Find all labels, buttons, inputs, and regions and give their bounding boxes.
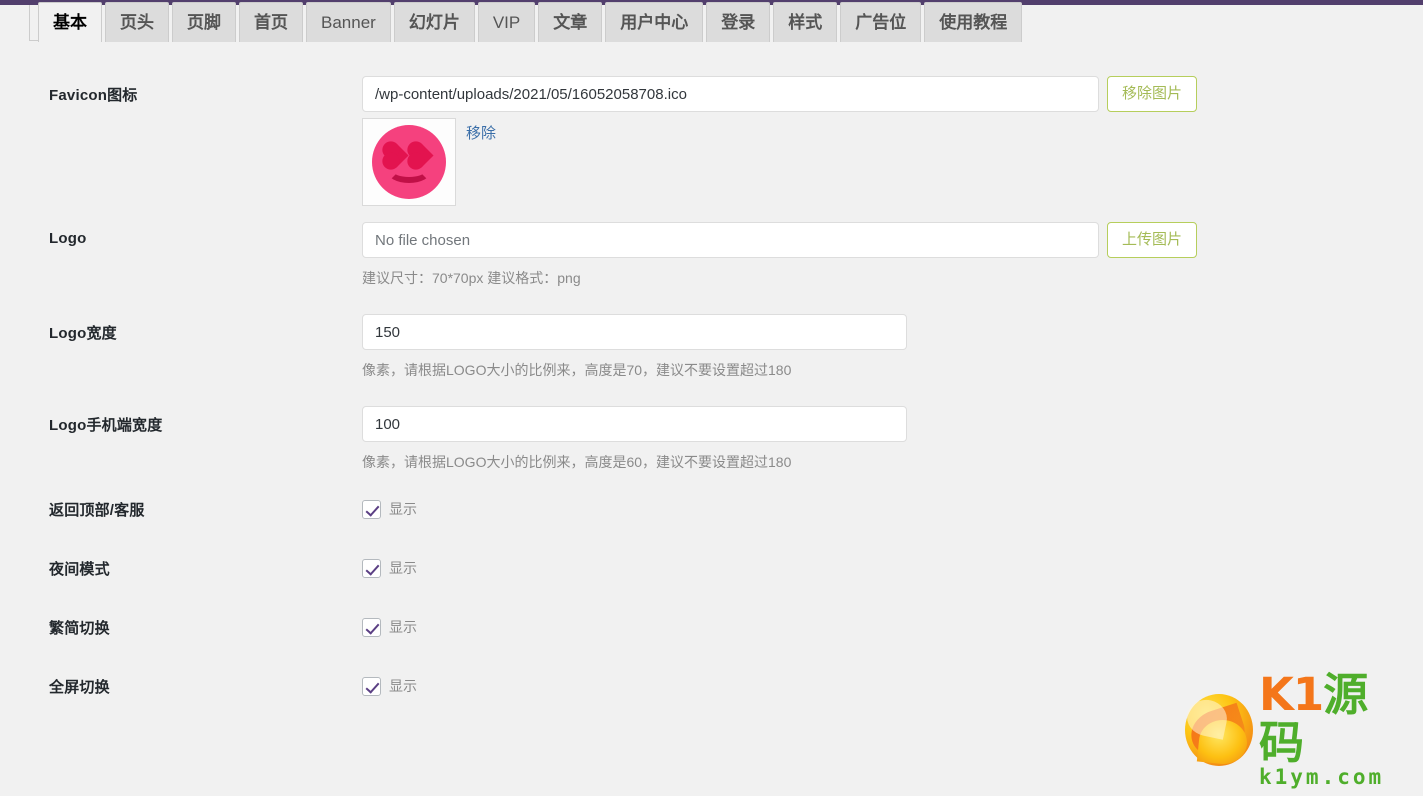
logo-mobile-width-hint: 像素，请根据LOGO大小的比例来，高度是60，建议不要设置超过180 bbox=[362, 454, 792, 470]
logo-upload-image-button[interactable]: 上传图片 bbox=[1107, 222, 1198, 258]
toggle-field-1: 显示 bbox=[362, 499, 1423, 519]
tab-13[interactable]: 使用教程 bbox=[924, 2, 1023, 42]
favicon-input[interactable] bbox=[362, 76, 1099, 112]
favicon-field-group: 移除图片 移除 bbox=[362, 76, 1423, 206]
logo-width-field-group: 像素，请根据LOGO大小的比例来，高度是70，建议不要设置超过180 bbox=[362, 314, 1423, 380]
logo-hint: 建议尺寸：70*70px 建议格式：png bbox=[362, 270, 581, 286]
tab-4[interactable]: 首页 bbox=[239, 2, 303, 42]
logo-input[interactable] bbox=[362, 222, 1099, 258]
logo-width-label: Logo宽度 bbox=[49, 325, 117, 342]
toggle-checkbox-1[interactable] bbox=[362, 499, 381, 519]
form-row-favicon: Favicon图标 移除图片 移除 bbox=[0, 76, 1423, 206]
form-row-logo: Logo 上传图片 建议尺寸：70*70px 建议格式：png bbox=[0, 222, 1423, 288]
favicon-label: Favicon图标 bbox=[49, 87, 138, 104]
favicon-preview-wrap: 移除 bbox=[362, 118, 1423, 206]
form-row-logo-mobile-width: Logo手机端宽度 像素，请根据LOGO大小的比例来，高度是60，建议不要设置超… bbox=[0, 406, 1423, 472]
logo-label: Logo bbox=[49, 230, 87, 247]
settings-form: Favicon图标 移除图片 移除 Logo bbox=[0, 41, 1423, 730]
toggle-checkbox-3[interactable] bbox=[362, 617, 381, 637]
watermark-domain: k1ym.com bbox=[1259, 765, 1385, 789]
toggle-field-4: 显示 bbox=[362, 676, 1423, 696]
toggle-checkbox-2[interactable] bbox=[362, 558, 381, 578]
favicon-remove-image-button[interactable]: 移除图片 bbox=[1107, 76, 1198, 112]
favicon-preview-box bbox=[362, 118, 456, 206]
toggle-checkbox-label-4[interactable]: 显示 bbox=[389, 676, 417, 696]
toggle-checkbox-label-3[interactable]: 显示 bbox=[389, 617, 417, 637]
tab-10[interactable]: 登录 bbox=[706, 2, 771, 42]
tab-8[interactable]: 文章 bbox=[538, 2, 603, 42]
logo-mobile-width-label: Logo手机端宽度 bbox=[49, 417, 163, 434]
tab-2[interactable]: 页头 bbox=[105, 2, 169, 42]
logo-width-hint: 像素，请根据LOGO大小的比例来，高度是70，建议不要设置超过180 bbox=[362, 362, 792, 378]
form-row-toggle-2: 夜间模式 显示 bbox=[0, 553, 1423, 579]
tab-1[interactable]: 基本 bbox=[38, 2, 102, 42]
tab-9[interactable]: 用户中心 bbox=[605, 2, 704, 42]
smile-mouth-icon bbox=[387, 159, 431, 183]
logo-mobile-width-input[interactable] bbox=[362, 406, 907, 442]
toggle-label-2: 夜间模式 bbox=[49, 561, 110, 578]
smiley-heart-eyes-icon bbox=[372, 125, 446, 199]
toggle-field-3: 显示 bbox=[362, 617, 1423, 637]
logo-mobile-width-field-group: 像素，请根据LOGO大小的比例来，高度是60，建议不要设置超过180 bbox=[362, 406, 1423, 472]
logo-field-group: 上传图片 建议尺寸：70*70px 建议格式：png bbox=[362, 222, 1423, 288]
form-row-logo-width: Logo宽度 像素，请根据LOGO大小的比例来，高度是70，建议不要设置超过18… bbox=[0, 314, 1423, 380]
tab-bar: 基本 页头 页脚 首页 Banner 幻灯片 VIP 文章 用户中心 登录 样式 广告位 使用教程 bbox=[0, 0, 1423, 42]
form-row-toggle-4: 全屏切换 显示 bbox=[0, 671, 1423, 697]
tab-3[interactable]: 页脚 bbox=[172, 2, 236, 42]
toggle-checkbox-label-2[interactable]: 显示 bbox=[389, 558, 417, 578]
toggle-label-1: 返回顶部/客服 bbox=[49, 502, 145, 519]
tab-5[interactable]: Banner bbox=[306, 2, 391, 42]
tab-12[interactable]: 广告位 bbox=[840, 2, 922, 42]
form-row-toggle-1: 返回顶部/客服 显示 bbox=[0, 494, 1423, 520]
toggle-label-4: 全屏切换 bbox=[49, 679, 110, 696]
tab-6[interactable]: 幻灯片 bbox=[393, 2, 475, 42]
logo-width-input[interactable] bbox=[362, 314, 907, 350]
toggle-checkbox-4[interactable] bbox=[362, 676, 381, 696]
form-row-toggle-3: 繁简切换 显示 bbox=[0, 612, 1423, 638]
favicon-remove-link[interactable]: 移除 bbox=[466, 122, 496, 143]
toggle-checkbox-label-1[interactable]: 显示 bbox=[389, 499, 417, 519]
tab-7[interactable]: VIP bbox=[477, 2, 536, 42]
tab-11[interactable]: 样式 bbox=[773, 2, 838, 42]
toggle-field-2: 显示 bbox=[362, 558, 1423, 578]
toggle-rows: 返回顶部/客服 显示 夜间模式 显示 繁简切换 显示 全屏切换 显示 bbox=[0, 494, 1423, 697]
toggle-label-3: 繁简切换 bbox=[49, 620, 110, 637]
